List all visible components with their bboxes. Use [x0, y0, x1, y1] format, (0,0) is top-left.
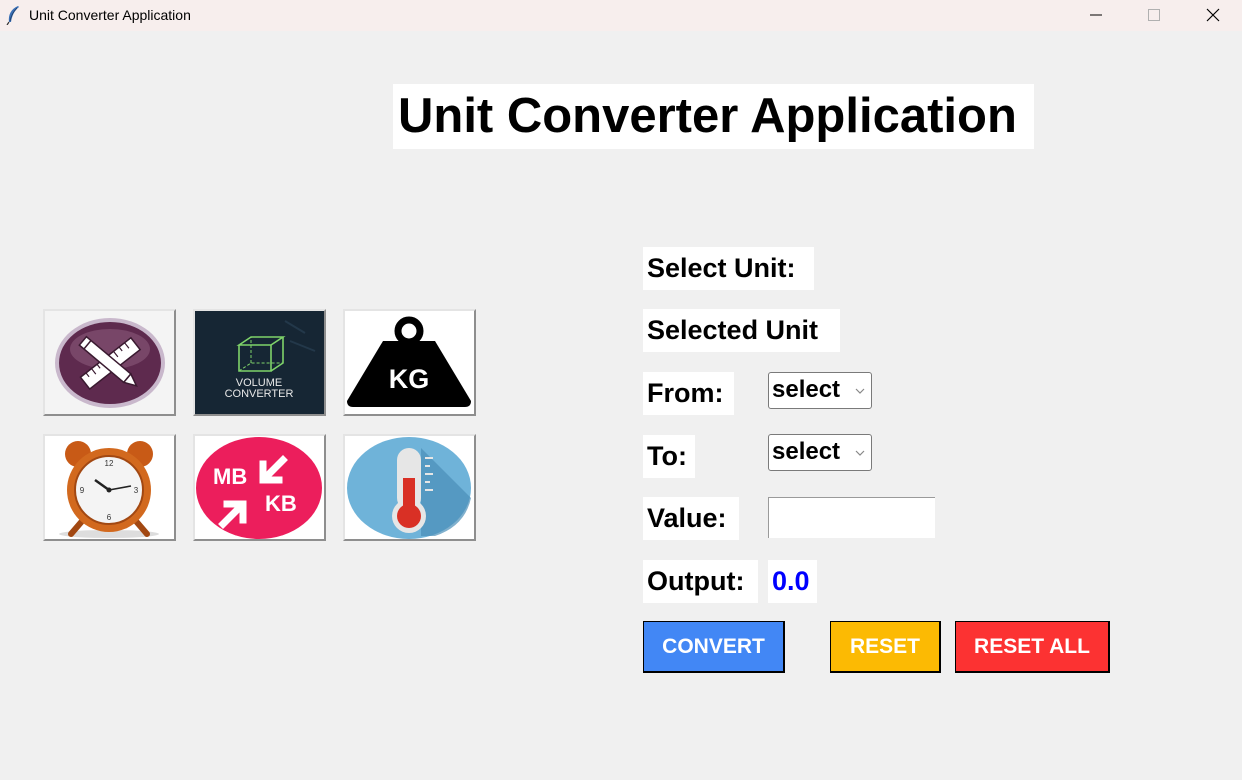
reset-button[interactable]: RESET [830, 621, 941, 673]
selected-unit-label: Selected Unit [643, 309, 840, 352]
from-unit-value: select [772, 376, 841, 403]
svg-text:6: 6 [107, 513, 112, 522]
minimize-icon [1090, 14, 1102, 16]
temperature-unit-button[interactable] [343, 434, 476, 541]
svg-text:12: 12 [105, 459, 114, 468]
feather-icon [6, 6, 19, 25]
volume-unit-button[interactable]: VOLUME CONVERTER [193, 309, 326, 416]
from-unit-select[interactable]: select [768, 372, 872, 409]
time-unit-button[interactable]: 12 3 6 9 [43, 434, 176, 541]
value-input[interactable] [768, 497, 935, 538]
from-label: From: [643, 372, 734, 415]
kg-weight-icon: KG [345, 311, 474, 414]
chevron-down-icon [855, 388, 865, 394]
svg-text:3: 3 [134, 486, 139, 495]
output-label: Output: [643, 560, 758, 603]
title-bar: Unit Converter Application [0, 0, 1242, 31]
convert-button[interactable]: CONVERT [643, 621, 785, 673]
close-icon [1206, 8, 1220, 22]
svg-text:KG: KG [389, 364, 430, 394]
mb-kb-icon: MB KB [195, 436, 324, 539]
svg-text:MB: MB [213, 464, 247, 489]
data-unit-button[interactable]: MB KB [193, 434, 326, 541]
svg-text:9: 9 [80, 486, 85, 495]
chevron-down-icon [855, 450, 865, 456]
thermometer-icon [345, 436, 474, 539]
to-unit-value: select [772, 438, 841, 465]
ruler-pencil-icon [45, 311, 174, 414]
volume-cube-icon: VOLUME CONVERTER [195, 311, 324, 414]
weight-unit-button[interactable]: KG [343, 309, 476, 416]
to-unit-select[interactable]: select [768, 434, 872, 471]
alarm-clock-icon: 12 3 6 9 [45, 436, 174, 539]
maximize-icon [1148, 9, 1160, 21]
value-label: Value: [643, 497, 739, 540]
minimize-button[interactable] [1067, 0, 1125, 31]
maximize-button[interactable] [1125, 0, 1183, 31]
svg-text:CONVERTER: CONVERTER [225, 388, 294, 400]
to-label: To: [643, 435, 695, 478]
svg-text:KB: KB [265, 491, 297, 516]
reset-all-button[interactable]: RESET ALL [955, 621, 1110, 673]
output-value: 0.0 [768, 560, 817, 603]
window-title: Unit Converter Application [29, 7, 191, 23]
app-heading: Unit Converter Application [393, 84, 1034, 149]
length-unit-button[interactable] [43, 309, 176, 416]
select-unit-label: Select Unit: [643, 247, 814, 290]
close-button[interactable] [1184, 0, 1242, 31]
